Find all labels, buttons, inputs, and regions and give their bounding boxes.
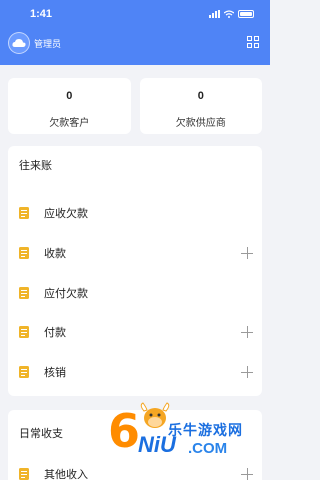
list-item-label: 付款 <box>44 327 66 339</box>
watermark: 6 乐牛游戏网 NiU .COM <box>108 402 270 472</box>
wifi-icon <box>224 10 234 18</box>
list-item-label: 应收欠款 <box>44 208 88 220</box>
user-name[interactable]: 管理员 <box>34 37 61 50</box>
stat-label: 欠款客户 <box>49 118 90 129</box>
list-item-payable[interactable]: 应付欠款 <box>8 281 262 305</box>
status-bar: 1:41 <box>0 0 270 28</box>
list-item-label: 收款 <box>44 248 66 260</box>
cloud-logo-icon[interactable] <box>8 32 30 54</box>
watermark-digit: 6 <box>108 404 141 458</box>
document-icon <box>19 468 29 480</box>
watermark-brand: 乐牛游戏网 <box>168 422 243 438</box>
add-icon[interactable] <box>241 247 253 259</box>
list-item-payment[interactable]: 付款 <box>8 320 262 344</box>
stat-card-customers[interactable]: 0 欠款客户 <box>8 78 131 134</box>
battery-icon <box>238 10 254 18</box>
document-icon <box>19 326 29 338</box>
list-item-writeoff[interactable]: 核销 <box>8 360 262 384</box>
status-time: 1:41 <box>30 8 53 20</box>
document-icon <box>19 247 29 259</box>
document-icon <box>19 366 29 378</box>
accounts-section: 往来账 应收欠款 收款 应付欠款 付款 核销 <box>8 146 262 396</box>
cow-mascot-icon <box>140 402 170 428</box>
watermark-com: .COM <box>188 440 228 457</box>
header: 1:41 管理员 <box>0 0 270 65</box>
status-icons <box>209 10 254 18</box>
grid-menu-icon[interactable] <box>247 36 259 48</box>
list-item-receivable[interactable]: 应收欠款 <box>8 201 262 225</box>
stat-value: 0 <box>66 90 73 102</box>
list-item-label: 其他收入 <box>44 469 88 480</box>
stat-label: 欠款供应商 <box>175 118 226 129</box>
document-icon <box>19 287 29 299</box>
stat-value: 0 <box>197 90 204 102</box>
add-icon[interactable] <box>241 366 253 378</box>
add-icon[interactable] <box>241 326 253 338</box>
list-item-collection[interactable]: 收款 <box>8 241 262 265</box>
section-title: 日常收支 <box>19 428 63 440</box>
document-icon <box>19 207 29 219</box>
list-item-label: 应付欠款 <box>44 288 88 300</box>
app-bar: 管理员 <box>0 28 270 58</box>
watermark-niu: NiU <box>138 432 176 457</box>
list-item-label: 核销 <box>44 367 66 379</box>
signal-icon <box>209 10 220 18</box>
stats-row: 0 欠款客户 0 欠款供应商 <box>8 78 262 134</box>
section-title: 往来账 <box>19 160 52 172</box>
stat-card-suppliers[interactable]: 0 欠款供应商 <box>139 78 262 134</box>
